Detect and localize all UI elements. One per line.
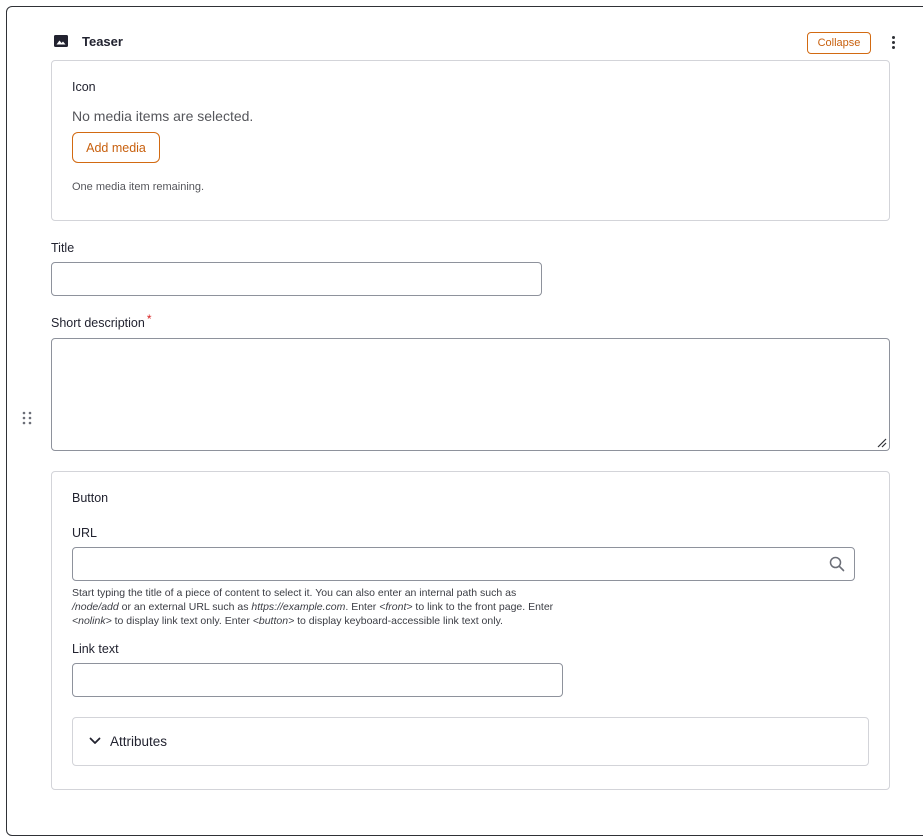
- collapse-button[interactable]: Collapse: [807, 32, 871, 54]
- help-button-token: <button>: [252, 615, 295, 627]
- attributes-summary-label: Attributes: [110, 734, 168, 749]
- url-help-text: Start typing the title of a piece of con…: [72, 586, 612, 628]
- short-description-label: Short description *: [51, 312, 151, 330]
- link-text-label: Link text: [72, 642, 119, 656]
- attributes-details[interactable]: Attributes: [72, 717, 869, 766]
- url-label: URL: [72, 526, 98, 540]
- short-description-textarea[interactable]: [51, 338, 890, 451]
- paragraph-header: Teaser Collapse: [53, 30, 903, 54]
- help-example-url: https://example.com: [251, 601, 346, 613]
- title-input[interactable]: [51, 262, 542, 296]
- short-description-label-text: Short description: [51, 316, 145, 330]
- help-text-5: to display link text only. Enter: [111, 615, 253, 627]
- help-text-4: to link to the front page. Enter: [412, 601, 554, 613]
- paragraph-title: Teaser: [82, 34, 123, 49]
- title-label: Title: [51, 241, 75, 255]
- help-example-path: /node/add: [72, 601, 119, 613]
- kebab-menu-icon[interactable]: [887, 33, 899, 51]
- help-nolink-token: <nolink>: [72, 615, 112, 627]
- add-media-button[interactable]: Add media: [72, 132, 160, 163]
- icon-fieldset: [51, 60, 890, 221]
- button-legend: Button: [72, 491, 109, 505]
- icon-legend: Icon: [72, 80, 96, 94]
- help-text-2: or an external URL such as: [118, 601, 252, 613]
- link-text-input[interactable]: [72, 663, 563, 697]
- help-text-3: . Enter: [345, 601, 380, 613]
- drag-handle-icon[interactable]: [22, 411, 32, 425]
- search-icon: [829, 556, 845, 572]
- media-remaining-text: One media item remaining.: [72, 181, 205, 193]
- chevron-down-icon: [89, 737, 101, 744]
- no-media-message: No media items are selected.: [72, 108, 254, 124]
- resize-grip-icon[interactable]: [877, 438, 887, 448]
- help-front-token: <front>: [379, 601, 413, 613]
- required-marker: *: [146, 312, 152, 326]
- url-input[interactable]: [72, 547, 855, 581]
- image-icon: [54, 35, 68, 47]
- help-text-1: Start typing the title of a piece of con…: [72, 587, 517, 599]
- help-text-6: to display keyboard-accessible link text…: [294, 615, 503, 627]
